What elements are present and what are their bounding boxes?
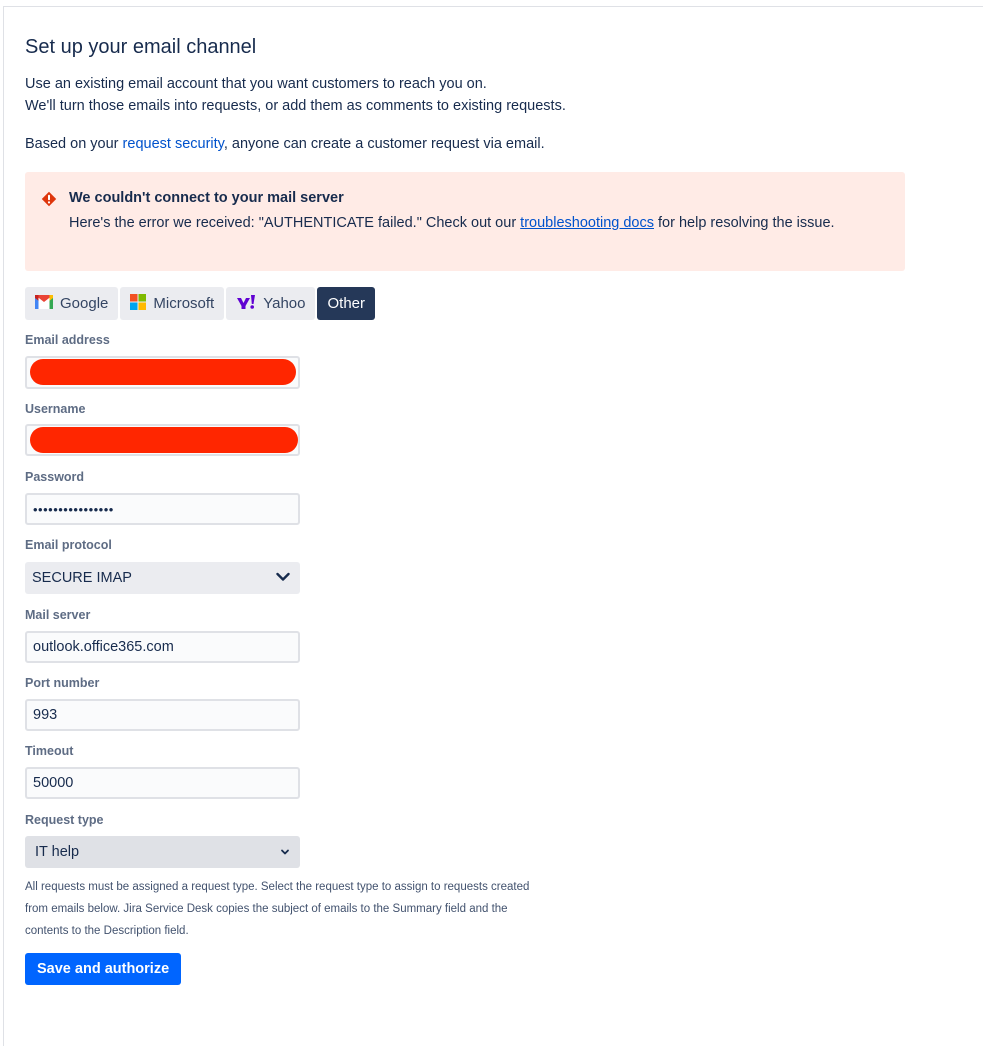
timeout-value: 50000 xyxy=(33,775,74,791)
page-title: Set up your email channel xyxy=(25,36,257,58)
protocol-value: SECURE IMAP xyxy=(32,570,132,586)
tab-other-label: Other xyxy=(327,295,365,312)
tab-google[interactable]: Google xyxy=(25,287,119,320)
google-icon xyxy=(35,294,53,313)
tab-microsoft[interactable]: Microsoft xyxy=(120,287,225,320)
password-value: •••••••••••••••• xyxy=(33,501,114,517)
request-type-label: Request type xyxy=(25,813,104,827)
security-note: Based on your request security, anyone c… xyxy=(25,133,545,155)
protocol-select[interactable]: SECURE IMAP xyxy=(25,562,300,594)
tab-microsoft-label: Microsoft xyxy=(153,295,215,312)
troubleshooting-docs-link[interactable]: troubleshooting docs xyxy=(520,215,654,231)
request-security-link[interactable]: request security xyxy=(123,136,224,152)
username-field[interactable] xyxy=(25,424,300,456)
timeout-field[interactable]: 50000 xyxy=(25,767,300,799)
port-field[interactable]: 993 xyxy=(25,699,300,731)
chevron-down-icon xyxy=(280,844,290,860)
tab-other[interactable]: Other xyxy=(317,287,375,320)
request-type-help-text: All requests must be assigned a request … xyxy=(25,881,530,937)
provider-tabs: Google Microsoft Yahoo Other xyxy=(25,287,375,320)
protocol-label: Email protocol xyxy=(25,538,112,552)
redaction-mark xyxy=(30,427,298,453)
port-value: 993 xyxy=(33,707,58,723)
chevron-down-icon xyxy=(276,570,290,586)
mail-server-label: Mail server xyxy=(25,608,91,622)
tab-yahoo[interactable]: Yahoo xyxy=(226,287,316,320)
error-message: Here's the error we received: "AUTHENTIC… xyxy=(69,212,889,234)
tab-yahoo-label: Yahoo xyxy=(263,295,306,312)
request-type-value: IT help xyxy=(35,844,80,860)
microsoft-icon xyxy=(130,293,147,314)
password-field[interactable]: •••••••••••••••• xyxy=(25,493,300,525)
timeout-label: Timeout xyxy=(25,744,74,758)
mail-server-field[interactable]: outlook.office365.com xyxy=(25,631,300,663)
security-suffix: , anyone can create a customer request v… xyxy=(223,136,545,152)
mail-server-value: outlook.office365.com xyxy=(33,639,174,655)
port-label: Port number xyxy=(25,676,100,690)
error-body-prefix: Here's the error we received: "AUTHENTIC… xyxy=(69,215,521,231)
request-type-select[interactable]: IT help xyxy=(25,836,300,868)
security-prefix: Based on your xyxy=(25,136,123,152)
error-title: We couldn't connect to your mail server xyxy=(69,190,344,206)
redaction-mark xyxy=(30,359,296,385)
intro-line-1: Use an existing email account that you w… xyxy=(25,76,487,92)
intro-line-2: We'll turn those emails into requests, o… xyxy=(25,98,566,114)
error-banner: We couldn't connect to your mail server … xyxy=(25,172,905,271)
password-label: Password xyxy=(25,470,85,484)
tab-google-label: Google xyxy=(60,295,109,312)
error-body-suffix: for help resolving the issue. xyxy=(654,215,835,231)
save-and-authorize-button[interactable]: Save and authorize xyxy=(25,953,182,985)
email-label: Email address xyxy=(25,333,110,347)
username-label: Username xyxy=(25,402,86,416)
yahoo-icon xyxy=(236,294,256,314)
error-icon xyxy=(41,191,57,212)
email-field[interactable] xyxy=(25,356,300,389)
